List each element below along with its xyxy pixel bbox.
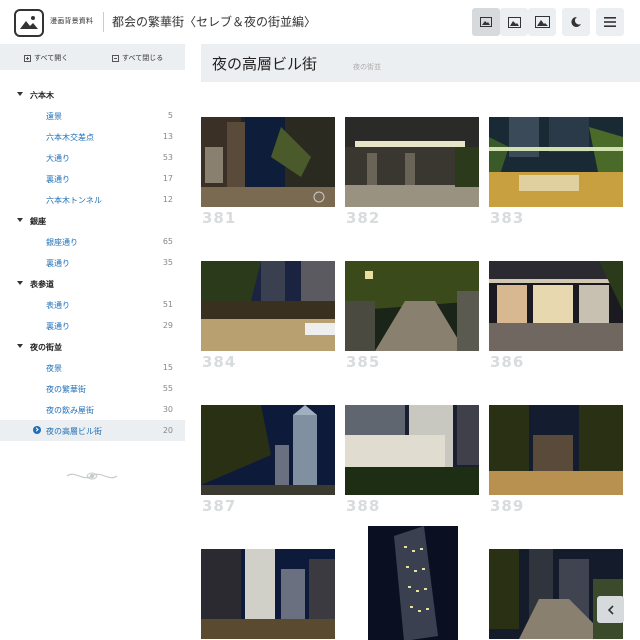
thumbnail-number: 388 [346, 497, 381, 515]
view-small-button[interactable] [472, 8, 500, 36]
section-subtitle: 夜の街並 [353, 63, 381, 71]
moon-icon [571, 16, 581, 27]
tree-item[interactable]: 表通り 51 [0, 294, 185, 315]
category-tree: 六本木 遠景 5 六本木交差点 13 大通り 53 裏通り 17 六本木トンネル 12 銀… [0, 84, 185, 441]
thumbnail-image[interactable] [201, 117, 335, 207]
view-large-button[interactable] [528, 8, 556, 36]
thumbnail-image[interactable] [201, 549, 335, 639]
menu-button[interactable] [596, 8, 624, 36]
caret-down-icon [17, 92, 23, 96]
caret-down-icon [17, 344, 23, 348]
thumbnail-image[interactable] [489, 117, 623, 207]
thumbnail-image[interactable] [368, 526, 458, 640]
tree-item-active[interactable]: 夜の高層ビル街 20 [0, 420, 185, 441]
hamburger-icon [604, 17, 616, 27]
expand-icon [24, 54, 31, 62]
tree-item[interactable]: 夜の飲み屋街 30 [0, 399, 185, 420]
thumbnail-number: 389 [490, 497, 525, 515]
close-all-label: すべて閉じる [122, 54, 164, 62]
tree-item[interactable]: 夜景 15 [0, 357, 185, 378]
close-all-button[interactable]: すべて閉じる [112, 53, 163, 63]
thumbnail-image[interactable] [489, 261, 623, 351]
chevron-left-icon [607, 604, 614, 615]
sidebar-toolbar: すべて開く すべて閉じる [0, 44, 185, 70]
tree-item[interactable]: 銀座通り 65 [0, 231, 185, 252]
thumbnail-image[interactable] [489, 549, 623, 639]
tree-item[interactable]: 六本木交差点 13 [0, 126, 185, 147]
open-all-button[interactable]: すべて開く [24, 53, 68, 63]
thumbnail-number: 387 [202, 497, 237, 515]
open-all-label: すべて開く [34, 54, 69, 62]
thumbnail-image[interactable] [201, 261, 335, 351]
image-icon [534, 16, 550, 28]
tree-group-omotesando[interactable]: 表参道 [0, 273, 185, 294]
thumbnail-image[interactable] [489, 405, 623, 495]
image-icon [480, 17, 492, 27]
tree-item[interactable]: 夜の繁華街 55 [0, 378, 185, 399]
thumbnail-image[interactable] [345, 405, 479, 495]
dark-mode-button[interactable] [562, 8, 590, 36]
app-header: 漫画背景資料 都会の繁華街〈セレブ＆夜の街並編〉 [0, 0, 640, 44]
tree-item[interactable]: 裏通り 29 [0, 315, 185, 336]
section-title: 夜の高層ビル街 [212, 55, 318, 73]
thumbnail-image[interactable] [345, 261, 479, 351]
thumbnail-number: 385 [346, 353, 381, 371]
thumbnail-number: 381 [202, 209, 237, 227]
sidebar: すべて開く すべて閉じる 六本木 遠景 5 六本木交差点 13 大通り 53 裏通り 1… [0, 44, 185, 640]
site-name[interactable]: 漫画背景資料 [50, 16, 93, 26]
page-header: 夜の高層ビル街 夜の街並 [201, 44, 640, 82]
thumbnail-image[interactable] [345, 117, 479, 207]
header-divider [103, 12, 104, 32]
tree-item[interactable]: 六本木トンネル 12 [0, 189, 185, 210]
back-button[interactable] [597, 596, 624, 623]
collapse-icon [112, 54, 119, 62]
tree-item[interactable]: 遠景 5 [0, 105, 185, 126]
thumbnail-number: 382 [346, 209, 381, 227]
caret-down-icon [17, 281, 23, 285]
tree-item[interactable]: 裏通り 35 [0, 252, 185, 273]
thumbnail-number: 383 [490, 209, 525, 227]
image-icon [507, 16, 521, 28]
view-medium-button[interactable] [500, 8, 528, 36]
caret-down-icon [17, 218, 23, 222]
page-title: 都会の繁華街〈セレブ＆夜の街並編〉 [112, 15, 317, 29]
tree-item[interactable]: 大通り 53 [0, 147, 185, 168]
thumbnail-image[interactable] [201, 405, 335, 495]
tree-group-night-streets[interactable]: 夜の街並 [0, 336, 185, 357]
logo-icon[interactable] [14, 9, 44, 37]
chevron-right-circle-icon [33, 426, 41, 434]
ornament-icon [66, 472, 118, 480]
tree-group-roppongi[interactable]: 六本木 [0, 84, 185, 105]
thumbnail-number: 384 [202, 353, 237, 371]
tree-item[interactable]: 裏通り 17 [0, 168, 185, 189]
thumbnail-number: 386 [490, 353, 525, 371]
tree-group-ginza[interactable]: 銀座 [0, 210, 185, 231]
